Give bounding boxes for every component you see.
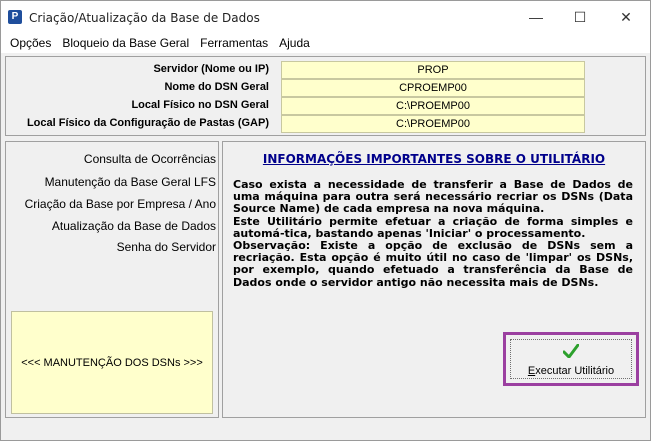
gap-path-row: Local Físico da Configuração de Pastas (… bbox=[6, 115, 645, 133]
dsn-name-field[interactable]: CPROEMP00 bbox=[281, 79, 585, 97]
nav-atualizacao-base[interactable]: Atualização da Base de Dados bbox=[52, 219, 216, 233]
menu-ferramentas[interactable]: Ferramentas bbox=[195, 36, 274, 50]
dsn-path-field[interactable]: C:\PROEMP00 bbox=[281, 97, 585, 115]
main-window: P Criação/Atualização da Base de Dados —… bbox=[0, 0, 651, 441]
nav-manutencao-base-geral[interactable]: Manutenção da Base Geral LFS bbox=[45, 175, 216, 189]
nav-senha-servidor[interactable]: Senha do Servidor bbox=[117, 240, 216, 254]
server-label: Servidor (Nome ou IP) bbox=[153, 63, 269, 75]
info-title: INFORMAÇÕES IMPORTANTES SOBRE O UTILITÁR… bbox=[262, 152, 606, 166]
dsn-maintenance-label: <<< MANUTENÇÃO DOS DSNs >>> bbox=[21, 356, 203, 369]
menu-bar: Opções Bloqueio da Base Geral Ferramenta… bbox=[1, 33, 650, 53]
menu-opcoes[interactable]: Opções bbox=[5, 36, 57, 50]
dsn-path-row: Local Físico no DSN Geral C:\PROEMP00 bbox=[6, 97, 645, 115]
run-button-highlight: Executar Utilitário bbox=[503, 332, 639, 386]
run-utility-label: Executar Utilitário bbox=[527, 365, 615, 377]
maximize-icon[interactable]: ☐ bbox=[557, 1, 603, 33]
nav-panel: Consulta de Ocorrências Manutenção da Ba… bbox=[5, 141, 219, 418]
server-field[interactable]: PROP bbox=[281, 61, 585, 79]
dsn-path-label: Local Físico no DSN Geral bbox=[131, 99, 269, 111]
info-text: Caso exista a necessidade de transferir … bbox=[233, 178, 633, 289]
nav-criacao-base[interactable]: Criação da Base por Empresa / Ano bbox=[25, 197, 216, 211]
info-paragraph-3: Observação: Existe a opção de exclusão d… bbox=[233, 239, 633, 289]
dsn-name-row: Nome do DSN Geral CPROEMP00 bbox=[6, 79, 645, 97]
window-title: Criação/Atualização da Base de Dados bbox=[29, 11, 260, 25]
minimize-icon[interactable]: — bbox=[513, 1, 559, 33]
title-bar[interactable]: P Criação/Atualização da Base de Dados —… bbox=[1, 1, 650, 33]
gap-path-label: Local Físico da Configuração de Pastas (… bbox=[26, 117, 269, 129]
menu-bloqueio-base-geral[interactable]: Bloqueio da Base Geral bbox=[57, 36, 195, 50]
menu-ajuda[interactable]: Ajuda bbox=[274, 36, 316, 50]
server-row: Servidor (Nome ou IP) PROP bbox=[6, 61, 645, 79]
nav-consulta-ocorrencias[interactable]: Consulta de Ocorrências bbox=[84, 152, 216, 166]
server-info-panel: Servidor (Nome ou IP) PROP Nome do DSN G… bbox=[5, 56, 646, 136]
info-panel: INFORMAÇÕES IMPORTANTES SOBRE O UTILITÁR… bbox=[222, 141, 646, 418]
gap-path-field[interactable]: C:\PROEMP00 bbox=[281, 115, 585, 133]
dsn-name-label: Nome do DSN Geral bbox=[164, 81, 269, 93]
dsn-maintenance-button[interactable]: <<< MANUTENÇÃO DOS DSNs >>> bbox=[11, 311, 213, 414]
app-icon: P bbox=[8, 10, 22, 24]
info-paragraph-2: Este Utilitário permite efetuar a criaçã… bbox=[233, 214, 633, 240]
info-paragraph-1: Caso exista a necessidade de transferir … bbox=[233, 178, 633, 216]
check-icon bbox=[563, 344, 579, 358]
close-icon[interactable]: ✕ bbox=[603, 1, 649, 33]
run-utility-button[interactable]: Executar Utilitário bbox=[510, 339, 632, 379]
